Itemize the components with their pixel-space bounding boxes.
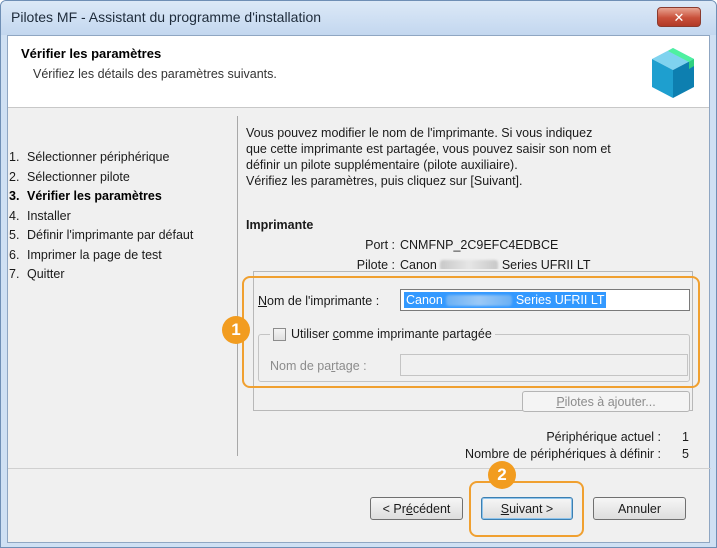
callout-badge-2: 2 — [488, 461, 516, 489]
section-title: Imprimante — [246, 218, 314, 232]
step-item: 2. Sélectionner pilote — [9, 169, 130, 184]
add-drivers-button[interactable]: Pilotes à ajouter... — [522, 391, 690, 412]
back-button[interactable]: < Pr é cédent — [370, 497, 463, 520]
cancel-button[interactable]: Annuler — [593, 497, 686, 520]
footer-divider — [8, 468, 711, 469]
install-box-icon — [652, 48, 694, 98]
callout-badge-1: 1 — [222, 316, 250, 344]
driver-row: Pilote : Canon Series UFRII LT — [261, 258, 681, 269]
step-item: 5. Définir l'imprimante par défaut — [9, 228, 194, 242]
page-subtitle: Vérifiez les détails des paramètres suiv… — [33, 67, 277, 81]
callout-box-1 — [242, 276, 700, 388]
steps-list: 1. Sélectionner périphérique 2. Sélectionn… — [9, 149, 234, 283]
installer-window: Pilotes MF - Assistant du programme d'in… — [0, 0, 717, 548]
vertical-divider — [237, 116, 238, 456]
step-item: 7. Quitter — [9, 267, 65, 281]
step-item-active: 3. Vérifier les paramètres — [9, 189, 162, 203]
close-button[interactable]: ✕ — [657, 7, 701, 27]
description: Vous pouvez modifier le nom de l'imprima… — [246, 126, 611, 188]
close-icon: ✕ — [673, 9, 685, 25]
step-item: 1. Sélectionner périphérique — [9, 150, 170, 164]
redacted-model — [440, 260, 499, 269]
wizard-header: Vérifier les paramètres Vérifiez les dét… — [8, 36, 709, 108]
step-item: 6. Imprimer la page de test — [9, 247, 162, 262]
title-bar[interactable]: Pilotes MF - Assistant du programme d'in… — [1, 1, 716, 35]
step-item: 4. Installer — [9, 208, 71, 223]
callout-box-2 — [469, 481, 584, 537]
page-title: Vérifier les paramètres — [21, 46, 162, 61]
window-title: Pilotes MF - Assistant du programme d'in… — [11, 9, 322, 25]
